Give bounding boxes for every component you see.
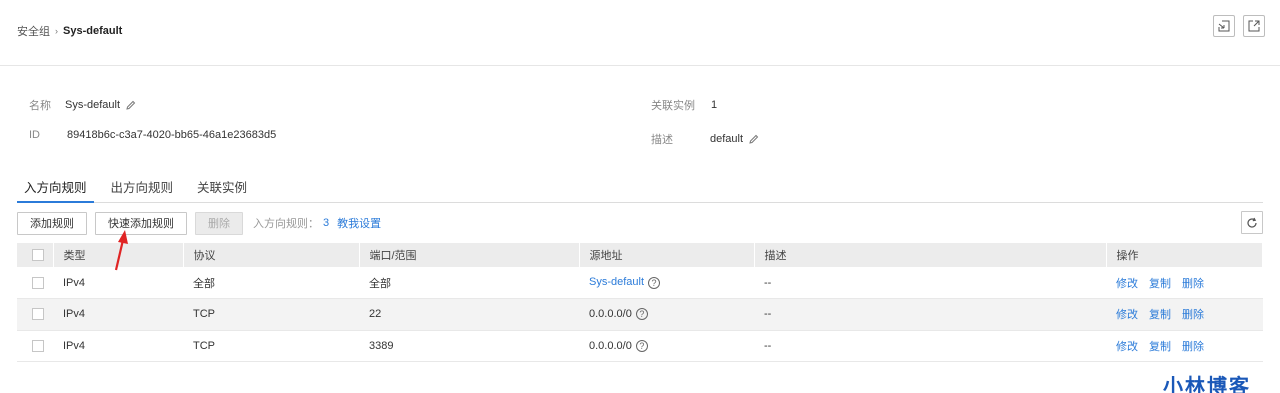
question-circle-icon[interactable]: ? bbox=[635, 339, 648, 352]
header-actions bbox=[1213, 15, 1265, 37]
rule-type: IPv4 bbox=[53, 298, 183, 331]
name-row: 名称 Sys-default bbox=[29, 97, 136, 113]
delete-rule-link[interactable]: 删除 bbox=[1182, 278, 1204, 290]
column-header-port: 端口/范围 bbox=[359, 243, 580, 267]
column-header-protocol: 协议 bbox=[183, 243, 360, 267]
breadcrumb: 安全组 › Sys-default bbox=[17, 24, 122, 38]
rule-type: IPv4 bbox=[53, 330, 183, 362]
rule-port: 22 bbox=[359, 298, 579, 331]
refresh-icon bbox=[1247, 217, 1257, 228]
description-value: default bbox=[710, 133, 744, 145]
rule-actions: 修改 复制 删除 bbox=[1106, 267, 1263, 299]
name-label: 名称 bbox=[29, 100, 51, 112]
rule-actions: 修改 复制 删除 bbox=[1106, 330, 1263, 362]
row-checkbox[interactable] bbox=[32, 339, 44, 352]
export-button[interactable] bbox=[1243, 15, 1265, 37]
select-all-checkbox[interactable] bbox=[32, 249, 44, 262]
pencil-icon[interactable] bbox=[125, 100, 136, 111]
rule-source-link[interactable]: Sys-default bbox=[589, 276, 644, 288]
watermark: 小林博客 bbox=[1163, 374, 1251, 393]
table-row: IPv4 TCP 3389 0.0.0.0/0? -- 修改 复制 删除 bbox=[17, 330, 1263, 362]
column-header-description: 描述 bbox=[754, 243, 1107, 267]
rule-protocol: TCP bbox=[183, 298, 359, 331]
rule-count-value: 3 bbox=[323, 217, 330, 229]
name-value: Sys-default bbox=[65, 99, 121, 111]
rules-toolbar: 添加规则 快速添加规则 删除 入方向规则： 3 教我设置 bbox=[17, 211, 1263, 235]
quick-add-rule-button[interactable]: 快速添加规则 bbox=[95, 211, 187, 235]
delete-rule-link[interactable]: 删除 bbox=[1182, 341, 1204, 353]
id-label: ID bbox=[29, 129, 40, 141]
export-icon bbox=[1248, 20, 1260, 32]
rule-count-label: 入方向规则： bbox=[253, 218, 319, 230]
linked-instances-value: 1 bbox=[711, 99, 718, 111]
breadcrumb-root-link[interactable]: 安全组 bbox=[17, 23, 50, 39]
delete-rule-link[interactable]: 删除 bbox=[1182, 309, 1204, 321]
refresh-button[interactable] bbox=[1241, 211, 1263, 234]
breadcrumb-chevron-icon: › bbox=[55, 26, 58, 36]
rule-source: 0.0.0.0/0 bbox=[589, 339, 632, 352]
id-value: 89418b6c-c3a7-4020-bb65-46a1e23683d5 bbox=[67, 129, 277, 141]
table-row: IPv4 全部 全部 Sys-default? -- 修改 复制 删除 bbox=[17, 267, 1263, 299]
column-header-actions: 操作 bbox=[1106, 243, 1263, 267]
column-header-source: 源地址 bbox=[579, 243, 755, 267]
description-row: 描述 default bbox=[651, 131, 759, 147]
row-checkbox[interactable] bbox=[32, 308, 44, 321]
rule-description: -- bbox=[754, 330, 1106, 362]
rule-tabs: 入方向规则 出方向规则 关联实例 bbox=[17, 178, 1263, 203]
table-row: IPv4 TCP 22 0.0.0.0/0? -- 修改 复制 删除 bbox=[17, 298, 1263, 331]
rule-source-cell: Sys-default? bbox=[579, 267, 754, 299]
description-label: 描述 bbox=[651, 134, 673, 146]
copy-rule-link[interactable]: 复制 bbox=[1149, 309, 1171, 321]
header-bar: 安全组 › Sys-default bbox=[0, 0, 1280, 66]
add-rule-button[interactable]: 添加规则 bbox=[17, 211, 87, 235]
breadcrumb-current: Sys-default bbox=[63, 25, 123, 37]
rule-port: 全部 bbox=[359, 267, 579, 299]
tab-outbound-rules[interactable]: 出方向规则 bbox=[104, 178, 181, 203]
question-circle-icon[interactable]: ? bbox=[635, 308, 648, 321]
tab-linked-instances[interactable]: 关联实例 bbox=[190, 178, 254, 203]
import-button[interactable] bbox=[1213, 15, 1235, 37]
rule-source-cell: 0.0.0.0/0? bbox=[579, 330, 754, 362]
edit-rule-link[interactable]: 修改 bbox=[1116, 278, 1138, 290]
tab-inbound-rules[interactable]: 入方向规则 bbox=[17, 178, 94, 203]
table-header-row: 类型 协议 端口/范围 源地址 描述 操作 bbox=[17, 243, 1263, 267]
question-circle-icon[interactable]: ? bbox=[648, 276, 661, 289]
copy-rule-link[interactable]: 复制 bbox=[1149, 278, 1171, 290]
delete-button[interactable]: 删除 bbox=[195, 211, 243, 235]
id-row: ID 89418b6c-c3a7-4020-bb65-46a1e23683d5 bbox=[29, 129, 276, 141]
rule-port: 3389 bbox=[359, 330, 579, 362]
row-checkbox[interactable] bbox=[32, 276, 44, 289]
linked-instances-label: 关联实例 bbox=[651, 100, 695, 112]
rule-source-cell: 0.0.0.0/0? bbox=[579, 298, 754, 331]
help-setup-link[interactable]: 教我设置 bbox=[337, 215, 381, 231]
rule-description: -- bbox=[754, 298, 1106, 331]
annotation-arrow-icon bbox=[114, 230, 128, 271]
import-icon bbox=[1218, 20, 1230, 32]
rule-source: 0.0.0.0/0 bbox=[589, 308, 632, 321]
edit-rule-link[interactable]: 修改 bbox=[1116, 309, 1138, 321]
copy-rule-link[interactable]: 复制 bbox=[1149, 341, 1171, 353]
rule-protocol: TCP bbox=[183, 330, 359, 362]
edit-rule-link[interactable]: 修改 bbox=[1116, 341, 1138, 353]
linked-instances-row: 关联实例 1 bbox=[651, 97, 717, 113]
rule-description: -- bbox=[754, 267, 1106, 299]
rules-table: 类型 协议 端口/范围 源地址 描述 操作 IPv4 全部 全部 Sys-def… bbox=[17, 243, 1263, 362]
rule-protocol: 全部 bbox=[183, 267, 359, 299]
pencil-icon[interactable] bbox=[748, 134, 759, 145]
rule-actions: 修改 复制 删除 bbox=[1106, 298, 1263, 331]
